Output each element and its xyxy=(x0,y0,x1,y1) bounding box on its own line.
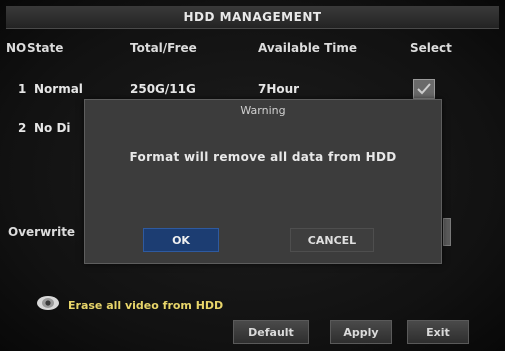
column-header-select: Select xyxy=(410,41,452,55)
select-checkbox[interactable] xyxy=(413,79,435,99)
row-state: Normal xyxy=(34,82,83,96)
overwrite-label: Overwrite xyxy=(8,225,76,239)
row-total-free: 250G/11G xyxy=(130,82,196,96)
default-button[interactable]: Default xyxy=(233,320,309,344)
hint-text: Erase all video from HDD xyxy=(68,299,224,312)
warning-dialog: Warning Format will remove all data from… xyxy=(84,99,442,264)
cancel-button[interactable]: CANCEL xyxy=(290,228,374,252)
window-title: HDD MANAGEMENT xyxy=(6,6,499,29)
dialog-title: Warning xyxy=(240,104,286,117)
column-header-available-time: Available Time xyxy=(258,41,358,55)
column-header-no: NO xyxy=(6,41,27,55)
column-header-state: State xyxy=(27,41,64,55)
apply-button[interactable]: Apply xyxy=(330,320,392,344)
eye-icon xyxy=(37,296,59,310)
checkmark-icon xyxy=(417,83,431,95)
ok-button[interactable]: OK xyxy=(143,228,219,252)
exit-button[interactable]: Exit xyxy=(407,320,469,344)
row-available-time: 7Hour xyxy=(258,82,300,96)
row-state: No Di xyxy=(34,121,71,135)
column-header-total-free: Total/Free xyxy=(130,41,197,55)
row-number: 1 xyxy=(18,82,27,96)
row-number: 2 xyxy=(18,121,27,135)
dialog-message: Format will remove all data from HDD xyxy=(129,150,397,164)
overwrite-dropdown[interactable] xyxy=(443,218,451,246)
hdd-management-screen: HDD MANAGEMENT NO State Total/Free Avail… xyxy=(0,0,505,351)
